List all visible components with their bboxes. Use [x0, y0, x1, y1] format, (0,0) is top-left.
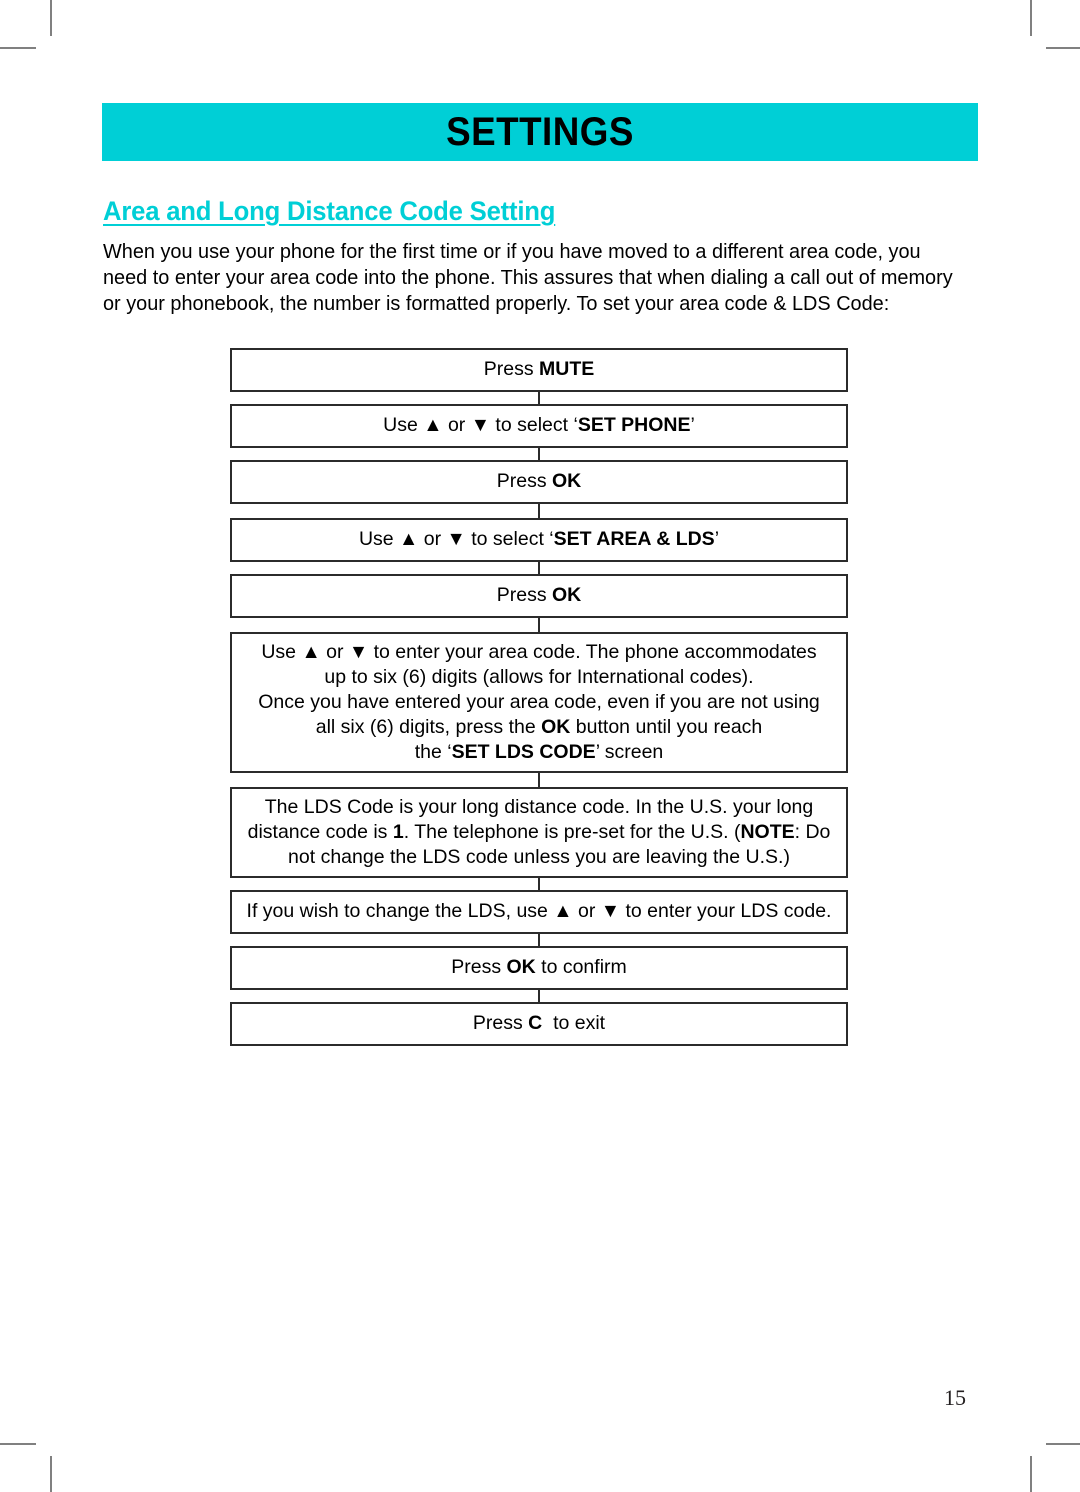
- procedure-flowchart: Press MUTE Use ▲ or ▼ to select ‘SET PHON…: [230, 348, 848, 1046]
- crop-mark-bottom-left-vertical: [50, 1456, 52, 1492]
- flow-connector: [538, 562, 540, 574]
- intro-paragraph: When you use your phone for the first ti…: [103, 240, 953, 315]
- plain-text: Use ▲ or ▼ to select ‘: [383, 414, 578, 436]
- plain-text: The LDS Code is your long distance code.…: [264, 796, 814, 818]
- flow-step-line: all six (6) digits, press the OK button …: [242, 715, 836, 740]
- plain-text: Press: [472, 1012, 529, 1034]
- flow-step-line: Use ▲ or ▼ to select ‘SET AREA & LDS’: [242, 527, 836, 552]
- plain-text: Use ▲ or ▼ to select ‘: [358, 528, 554, 550]
- flow-step-select-set-phone: Use ▲ or ▼ to select ‘SET PHONE’: [230, 404, 848, 448]
- flow-step-enter-area-code: Use ▲ or ▼ to enter your area code. The …: [230, 632, 848, 773]
- flow-step-line: distance code is 1. The telephone is pre…: [242, 820, 836, 845]
- flow-connector: [538, 878, 540, 890]
- plain-text: button until you reach: [570, 716, 763, 738]
- crop-mark-top-right-vertical: [1030, 0, 1032, 36]
- flow-step-press-c-exit: Press C to exit: [230, 1002, 848, 1046]
- plain-text: . The telephone is pre-set for the U.S. …: [403, 821, 741, 843]
- emphasis-text: OK: [506, 956, 536, 978]
- flow-step-press-ok-1: Press OK: [230, 460, 848, 504]
- plain-text: to exit: [542, 1012, 606, 1034]
- flow-step-press-ok-confirm: Press OK to confirm: [230, 946, 848, 990]
- flow-step-line: Press MUTE: [242, 357, 836, 382]
- plain-text: the ‘: [414, 741, 452, 763]
- flow-step-line: not change the LDS code unless you are l…: [242, 845, 836, 870]
- plain-text: Press: [451, 956, 507, 978]
- flow-step-line: the ‘SET LDS CODE’ screen: [242, 740, 836, 765]
- plain-text: to confirm: [535, 956, 627, 978]
- plain-text: Press: [496, 470, 552, 492]
- flow-step-line: Press OK: [242, 583, 836, 608]
- flow-connector: [538, 990, 540, 1002]
- crop-mark-top-left-vertical: [50, 0, 52, 36]
- flow-step-line: Press C to exit: [242, 1011, 836, 1036]
- crop-mark-top-right-horizontal: [1046, 47, 1080, 49]
- plain-text: distance code is: [247, 821, 393, 843]
- flow-step-press-mute: Press MUTE: [230, 348, 848, 392]
- plain-text: not change the LDS code unless you are l…: [288, 846, 790, 868]
- emphasis-text: SET AREA & LDS: [553, 528, 715, 550]
- flow-step-line: up to six (6) digits (allows for Interna…: [242, 665, 836, 690]
- crop-mark-bottom-left-horizontal: [0, 1443, 36, 1445]
- plain-text: ’ screen: [595, 741, 664, 763]
- flow-step-line: If you wish to change the LDS, use ▲ or …: [242, 899, 836, 924]
- crop-mark-bottom-right-horizontal: [1046, 1443, 1080, 1445]
- emphasis-text: OK: [541, 716, 571, 738]
- emphasis-text: NOTE: [740, 821, 795, 843]
- emphasis-text: 1: [392, 821, 404, 843]
- manual-page: SETTINGS Area and Long Distance Code Set…: [0, 0, 1080, 1492]
- plain-text: ’: [690, 414, 695, 436]
- emphasis-text: MUTE: [539, 358, 595, 380]
- section-banner: SETTINGS: [102, 103, 978, 161]
- plain-text: : Do: [794, 821, 831, 843]
- page-title: Area and Long Distance Code Setting: [103, 196, 556, 226]
- flow-step-line: Use ▲ or ▼ to enter your area code. The …: [242, 640, 836, 665]
- flow-connector: [538, 448, 540, 460]
- emphasis-text: SET LDS CODE: [451, 741, 596, 763]
- emphasis-text: SET PHONE: [577, 414, 691, 436]
- plain-text: up to six (6) digits (allows for Interna…: [324, 666, 754, 688]
- flow-step-change-lds: If you wish to change the LDS, use ▲ or …: [230, 890, 848, 934]
- plain-text: ’: [714, 528, 720, 550]
- flow-step-line: Press OK to confirm: [242, 955, 836, 980]
- crop-mark-bottom-right-vertical: [1030, 1456, 1032, 1492]
- flow-step-lds-code-info: The LDS Code is your long distance code.…: [230, 787, 848, 878]
- flow-connector: [538, 618, 540, 632]
- emphasis-text: OK: [552, 584, 582, 606]
- plain-text: If you wish to change the LDS, use ▲ or …: [246, 900, 832, 922]
- section-banner-title: SETTINGS: [446, 109, 634, 154]
- flow-step-line: Use ▲ or ▼ to select ‘SET PHONE’: [242, 413, 836, 438]
- plain-text: Press: [483, 358, 539, 380]
- page-number: 15: [944, 1385, 966, 1410]
- plain-text: Use ▲ or ▼ to enter your area code. The …: [261, 641, 817, 663]
- plain-text: Once you have entered your area code, ev…: [258, 691, 820, 713]
- flow-step-line: Press OK: [242, 469, 836, 494]
- plain-text: Press: [496, 584, 552, 606]
- emphasis-text: OK: [552, 470, 582, 492]
- flow-step-press-ok-2: Press OK: [230, 574, 848, 618]
- flow-step-line: Once you have entered your area code, ev…: [242, 690, 836, 715]
- flow-connector: [538, 392, 540, 404]
- emphasis-text: C: [528, 1012, 543, 1034]
- plain-text: all six (6) digits, press the: [315, 716, 542, 738]
- flow-connector: [538, 773, 540, 787]
- flow-step-line: The LDS Code is your long distance code.…: [242, 795, 836, 820]
- flow-connector: [538, 934, 540, 946]
- crop-mark-top-left-horizontal: [0, 47, 36, 49]
- flow-step-select-set-area-lds: Use ▲ or ▼ to select ‘SET AREA & LDS’: [230, 518, 848, 562]
- flow-connector: [538, 504, 540, 518]
